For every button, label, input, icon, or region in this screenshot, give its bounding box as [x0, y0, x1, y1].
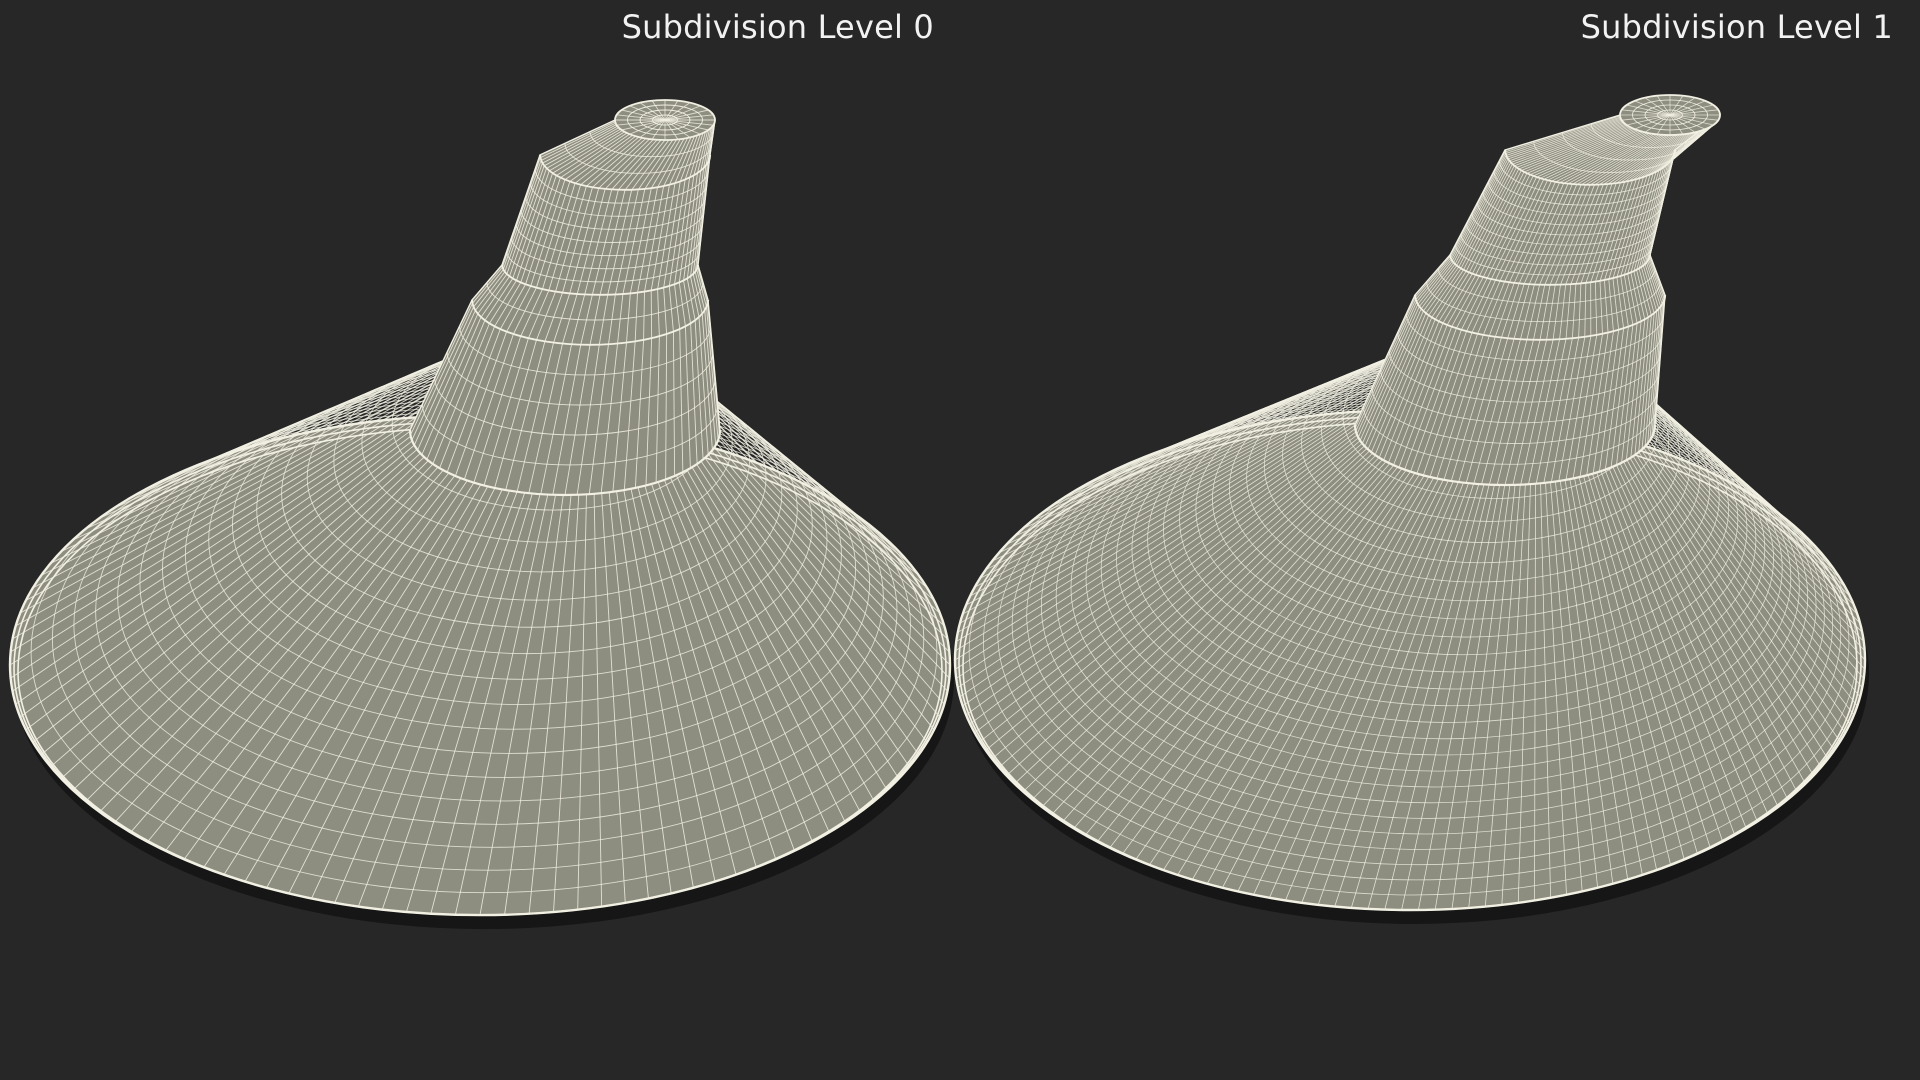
wireframe-render — [8, 94, 1869, 930]
lamp-mesh-level-0 — [8, 99, 955, 930]
lamp-mesh-level-1 — [953, 94, 1869, 924]
subdivision-level-0-label: Subdivision Level 0 — [621, 8, 934, 46]
socket-wireframe — [408, 118, 722, 497]
viewport: Subdivision Level 0 Subdivision Level 1 — [0, 0, 1920, 1080]
subdivision-level-1-label: Subdivision Level 1 — [1580, 8, 1893, 46]
